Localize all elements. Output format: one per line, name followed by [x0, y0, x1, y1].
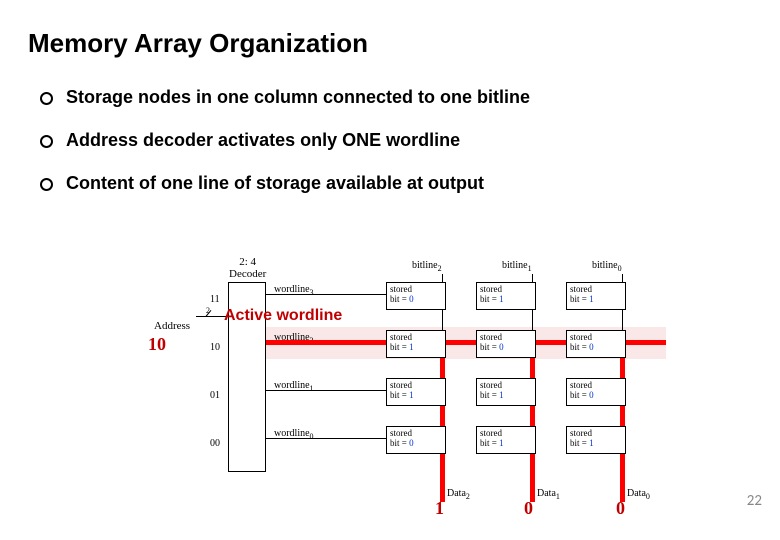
cell-r0-c2: storedbit = 0: [386, 426, 446, 454]
address-label: Address: [154, 320, 190, 332]
data-label-2: Data2: [447, 488, 470, 501]
bitline-1-active: [530, 342, 535, 502]
wordline-0: [266, 438, 386, 439]
page-title: Memory Array Organization: [28, 28, 752, 59]
cell-r2-c1: storedbit = 0: [476, 330, 536, 358]
decoder-code-01: 01: [210, 390, 220, 401]
address-width: 2: [206, 306, 210, 315]
address-wire: [196, 316, 226, 317]
bitline-label-2: bitline2: [412, 260, 442, 273]
wordline-3: [266, 294, 386, 295]
wordline-label-3: wordline3: [274, 284, 314, 297]
cell-r1-c2: storedbit = 1: [386, 378, 446, 406]
wordline-1: [266, 390, 386, 391]
bullet-2: Address decoder activates only ONE wordl…: [40, 130, 752, 151]
cell-r3-c0: storedbit = 1: [566, 282, 626, 310]
cell-r1-c0: storedbit = 0: [566, 378, 626, 406]
memory-array-diagram: 2: 4Decoder Address 2 10 11 10 01 00 Act…: [150, 270, 670, 530]
bullet-list: Storage nodes in one column connected to…: [28, 87, 752, 194]
address-value: 10: [148, 334, 166, 355]
data-label-0: Data0: [627, 488, 650, 501]
bullet-3: Content of one line of storage available…: [40, 173, 752, 194]
bitline-0-active: [620, 342, 625, 502]
bullet-1: Storage nodes in one column connected to…: [40, 87, 752, 108]
cell-r1-c1: storedbit = 1: [476, 378, 536, 406]
cell-r0-c0: storedbit = 1: [566, 426, 626, 454]
active-wordline-label: Active wordline: [224, 307, 342, 325]
bitline-2-active: [440, 342, 445, 502]
bitline-label-0: bitline0: [592, 260, 622, 273]
data-value-1: 0: [524, 498, 533, 519]
cell-r2-c2: storedbit = 1: [386, 330, 446, 358]
decoder-code-00: 00: [210, 438, 220, 449]
bitline-label-1: bitline1: [502, 260, 532, 273]
page-number: 22: [747, 492, 762, 510]
cell-r2-c0: storedbit = 0: [566, 330, 626, 358]
wordline-label-1: wordline1: [274, 380, 314, 393]
cell-r0-c1: storedbit = 1: [476, 426, 536, 454]
decoder-label: 2: 4Decoder: [229, 256, 266, 280]
data-value-0: 0: [616, 498, 625, 519]
cell-r3-c2: storedbit = 0: [386, 282, 446, 310]
data-label-1: Data1: [537, 488, 560, 501]
wordline-label-0: wordline0: [274, 428, 314, 441]
data-value-2: 1: [435, 498, 444, 519]
decoder-code-10: 10: [210, 342, 220, 353]
cell-r3-c1: storedbit = 1: [476, 282, 536, 310]
decoder-code-11: 11: [210, 294, 220, 305]
